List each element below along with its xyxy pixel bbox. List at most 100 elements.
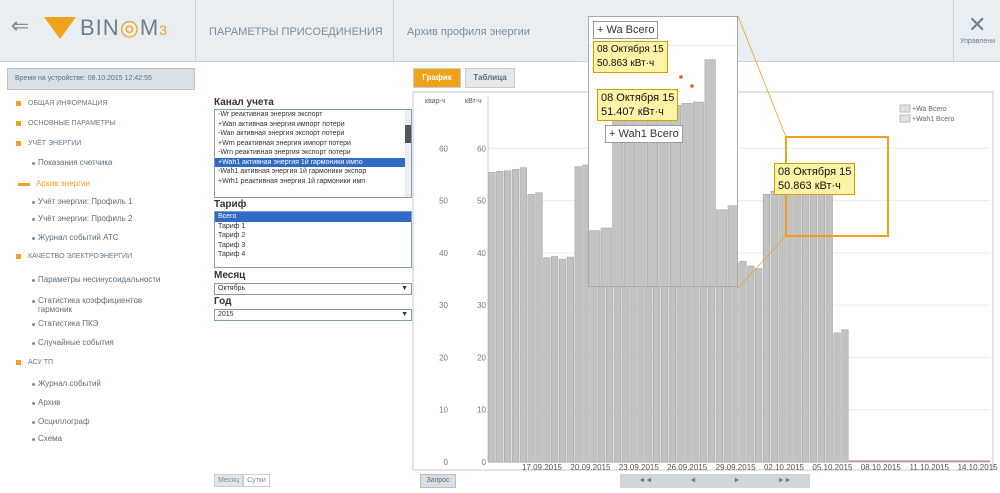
year-select[interactable]: 2015 ▼ bbox=[214, 309, 412, 321]
y-unit-left: квар-ч bbox=[425, 98, 446, 105]
y-tick-right: 10 bbox=[477, 406, 486, 415]
sidebar-item[interactable]: Журнал событий АТС bbox=[38, 233, 118, 242]
sidebar-item[interactable]: КАЧЕСТВО ЭЛЕКТРОЭНЕРГИИ bbox=[28, 253, 132, 260]
y-tick-right: 30 bbox=[477, 301, 486, 310]
chart-bar bbox=[496, 171, 504, 463]
zoom-legend-wa: + Wa Всего bbox=[593, 21, 659, 39]
chart-bar bbox=[488, 172, 496, 463]
tariff-option[interactable]: Тариф 4 bbox=[215, 250, 411, 260]
chart-bar bbox=[825, 186, 833, 463]
tab-table[interactable]: Таблица bbox=[465, 68, 515, 88]
zoom-connector bbox=[737, 235, 787, 289]
sidebar-item[interactable]: ОБЩАЯ ИНФОРМАЦИЯ bbox=[28, 100, 107, 107]
sidebar-item[interactable]: Учёт энергии: Профиль 1 bbox=[38, 197, 133, 206]
tariff-option[interactable]: Всего bbox=[215, 212, 411, 222]
tariff-option[interactable]: Тариф 3 bbox=[215, 241, 411, 251]
chart-bar bbox=[739, 260, 747, 463]
month-select[interactable]: Октябрь ▼ bbox=[214, 283, 412, 295]
x-tick-label: 08.10.2015 bbox=[861, 463, 902, 472]
zoom-bar bbox=[693, 101, 705, 286]
bullet-icon bbox=[32, 323, 35, 326]
bullet-icon bbox=[32, 300, 35, 303]
sidebar-item[interactable]: Статистика ПКЭ bbox=[38, 319, 98, 328]
zoom-bar bbox=[716, 209, 728, 286]
zoom-bar bbox=[704, 59, 716, 286]
scrollbar-thumb[interactable] bbox=[405, 125, 411, 143]
y-tick-right: 60 bbox=[477, 144, 486, 153]
y-tick-left: 40 bbox=[439, 249, 448, 258]
logo-v-icon bbox=[44, 17, 76, 39]
channel-option[interactable]: +Wah1 активная энергия 1й гармоники импо bbox=[215, 157, 411, 167]
sidebar-item[interactable]: Статистика коэффициентов гармоник bbox=[38, 296, 142, 314]
sidebar-item[interactable]: УЧЁТ ЭНЕРГИИ bbox=[28, 140, 81, 147]
x-tick-label: 02.10.2015 bbox=[764, 463, 805, 472]
x-tick-label: 05.10.2015 bbox=[812, 463, 853, 472]
period-tabs: Месяц Сутки bbox=[214, 474, 270, 487]
channel-option[interactable]: +Wan активная энергия импорт потери bbox=[215, 120, 411, 130]
tariff-option[interactable]: Тариф 2 bbox=[215, 231, 411, 241]
legend-wa: +Wa Всего bbox=[912, 106, 947, 113]
sidebar-item[interactable]: Схема bbox=[38, 434, 62, 443]
nav-first-button[interactable]: ◄◄ bbox=[639, 474, 653, 488]
sidebar-item[interactable]: Осциллограф bbox=[38, 417, 90, 426]
y-tick-right: 0 bbox=[482, 458, 487, 467]
tariff-listbox[interactable]: Всего Тариф 1 Тариф 2 Тариф 3 Тариф 4 bbox=[214, 211, 412, 268]
chart-bar bbox=[747, 265, 755, 463]
tab-day[interactable]: Сутки bbox=[243, 474, 270, 487]
section-marker bbox=[16, 121, 21, 126]
nav-prev-button[interactable]: ◄ bbox=[690, 474, 697, 488]
sidebar-item[interactable]: Архив bbox=[38, 398, 60, 407]
tariff-option[interactable]: Тариф 1 bbox=[215, 222, 411, 232]
y-tick-left: 0 bbox=[444, 458, 449, 467]
channel-option[interactable]: +Wrh1 реактивная энергия 1й гармоники им… bbox=[215, 177, 411, 187]
sidebar-item[interactable]: Журнал событий bbox=[38, 379, 101, 388]
chart-bar bbox=[770, 190, 778, 463]
tools-icon[interactable]: ✕ bbox=[968, 14, 986, 36]
sidebar-item[interactable]: АСУ ТП bbox=[28, 359, 53, 366]
year-label: Год bbox=[214, 296, 232, 307]
nav-energy-archive[interactable]: Архив профиля энергии bbox=[407, 26, 530, 38]
y-tick-right: 50 bbox=[477, 197, 486, 206]
chart-bar bbox=[543, 257, 551, 463]
nav-connection-params[interactable]: ПАРАМЕТРЫ ПРИСОЕДИНЕНИЯ bbox=[209, 26, 383, 38]
channel-option[interactable]: -Wr реактивная энергия экспорт bbox=[215, 110, 411, 120]
tools-label[interactable]: Управлени bbox=[960, 38, 995, 45]
query-button[interactable]: Запрос bbox=[420, 474, 456, 488]
y-tick-left: 10 bbox=[439, 406, 448, 415]
chart-bar bbox=[817, 187, 825, 463]
channel-listbox[interactable]: -Wr реактивная энергия экспорт +Wan актив… bbox=[214, 109, 412, 198]
chart-bar bbox=[731, 262, 739, 463]
bullet-icon bbox=[32, 237, 35, 240]
zoom-legend-wah1: + Wah1 Всего bbox=[605, 125, 683, 143]
tab-month[interactable]: Месяц bbox=[214, 474, 244, 487]
channel-option[interactable]: -Wah1 активная энергия 1й гармоники эксп… bbox=[215, 167, 411, 177]
sidebar-item[interactable]: Параметры несинусоидальности bbox=[38, 275, 161, 284]
chart-nav-buttons: ◄◄ ◄ ► ►► bbox=[620, 474, 810, 488]
zoom-bar bbox=[681, 103, 693, 286]
y-tick-right: 20 bbox=[477, 353, 486, 362]
nav-next-button[interactable]: ► bbox=[734, 474, 741, 488]
back-arrow-icon[interactable]: ⇐ bbox=[8, 14, 32, 38]
sidebar-item[interactable]: Показания счетчика bbox=[38, 158, 112, 167]
chart-bar bbox=[504, 170, 512, 463]
bullet-icon bbox=[32, 421, 35, 424]
sidebar-item[interactable]: Случайные события bbox=[38, 338, 114, 347]
channel-option[interactable]: -Wan активная энергия экспорт потери bbox=[215, 129, 411, 139]
top-bar: ⇐ BIN◎M3 ПАРАМЕТРЫ ПРИСОЕДИНЕНИЯ Архив п… bbox=[0, 0, 1000, 62]
channel-option[interactable]: +Wrn реактивная энергия импорт потери bbox=[215, 139, 411, 149]
x-tick-label: 23.09.2015 bbox=[619, 463, 660, 472]
nav-last-button[interactable]: ►► bbox=[778, 474, 792, 488]
device-time: Время на устройстве: 08.10.2015 12:42:55 bbox=[7, 68, 195, 90]
sidebar-item[interactable]: Учёт энергии: Профиль 2 bbox=[38, 214, 133, 223]
bullet-icon bbox=[32, 383, 35, 386]
legend-swatch-wa bbox=[899, 104, 911, 113]
channel-label: Канал учета bbox=[214, 97, 274, 108]
tab-graph[interactable]: График bbox=[413, 68, 461, 88]
zoom-bar bbox=[600, 227, 612, 286]
channel-option[interactable]: -Wrn реактивная энергия экспорт потери bbox=[215, 148, 411, 158]
sidebar-item[interactable]: ОСНОВНЫЕ ПАРАМЕТРЫ bbox=[28, 120, 116, 127]
zoom-bar bbox=[727, 205, 737, 286]
x-tick-label: 29.09.2015 bbox=[716, 463, 757, 472]
sidebar-item[interactable]: Архив энергии bbox=[36, 179, 90, 188]
x-tick-label: 11.10.2015 bbox=[909, 463, 949, 472]
